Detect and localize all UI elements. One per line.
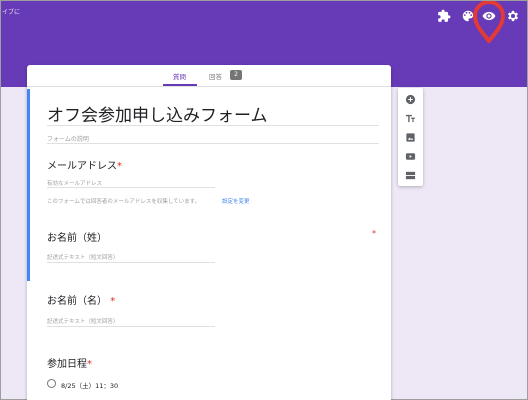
change-settings-link[interactable]: 設定を変更 <box>222 197 250 205</box>
form-title[interactable]: オフ会参加申し込みフォーム <box>47 101 268 126</box>
tab-responses[interactable]: 回答 <box>209 71 222 81</box>
question-title-text: 参加日程 <box>47 359 87 370</box>
image-icon[interactable] <box>405 132 416 143</box>
required-asterisk: * <box>372 229 376 238</box>
first-name-answer-placeholder: 記述式テキスト（短文回答） <box>47 319 119 325</box>
question-title-text: お名前（姓） <box>47 233 107 244</box>
title-text-icon[interactable] <box>405 113 416 124</box>
question-title-schedule[interactable]: 参加日程* <box>47 355 92 370</box>
side-toolbar <box>398 88 423 186</box>
question-title-text: メールアドレス <box>47 161 117 172</box>
puzzle-icon[interactable] <box>437 9 451 23</box>
schedule-option-radio[interactable] <box>47 379 56 388</box>
add-question-icon[interactable] <box>405 94 416 105</box>
question-title-first-name[interactable]: お名前（名） * <box>47 292 115 307</box>
tab-bar: 質問 回答 2 <box>27 65 391 87</box>
eye-icon[interactable] <box>482 9 496 23</box>
schedule-option-label: 8/25（土）11：30 <box>61 382 119 390</box>
focus-indicator <box>27 89 30 281</box>
last-name-answer-placeholder: 記述式テキスト（短文回答） <box>47 255 119 261</box>
question-title-last-name[interactable]: お名前（姓） <box>47 229 107 244</box>
header-title-fragment: イブに <box>2 9 21 16</box>
required-asterisk: * <box>110 296 116 307</box>
question-title-text: お名前（名） <box>47 296 107 307</box>
form-description-input[interactable]: フォームの説明 <box>47 134 89 143</box>
section-icon[interactable] <box>405 170 416 181</box>
form-card: 質問 回答 2 オフ会参加申し込みフォーム フォームの説明 メールアドレス* 有… <box>27 65 391 400</box>
first-name-answer-underline <box>47 326 215 327</box>
title-underline <box>47 125 379 126</box>
gear-icon[interactable] <box>506 9 520 23</box>
active-tab-indicator <box>163 84 197 86</box>
question-title-email[interactable]: メールアドレス* <box>47 157 122 172</box>
response-count-badge: 2 <box>230 70 242 80</box>
email-collection-note: このフォームでは回答者のメールアドレスを収集しています。 <box>47 199 201 205</box>
email-answer-placeholder: 有効なメールアドレス <box>47 181 103 187</box>
tab-questions[interactable]: 質問 <box>173 71 186 81</box>
description-underline <box>47 143 379 144</box>
video-icon[interactable] <box>405 151 416 162</box>
last-name-answer-underline <box>47 262 215 263</box>
email-answer-underline <box>47 187 215 188</box>
required-asterisk: * <box>117 161 122 172</box>
required-asterisk: * <box>87 359 92 370</box>
